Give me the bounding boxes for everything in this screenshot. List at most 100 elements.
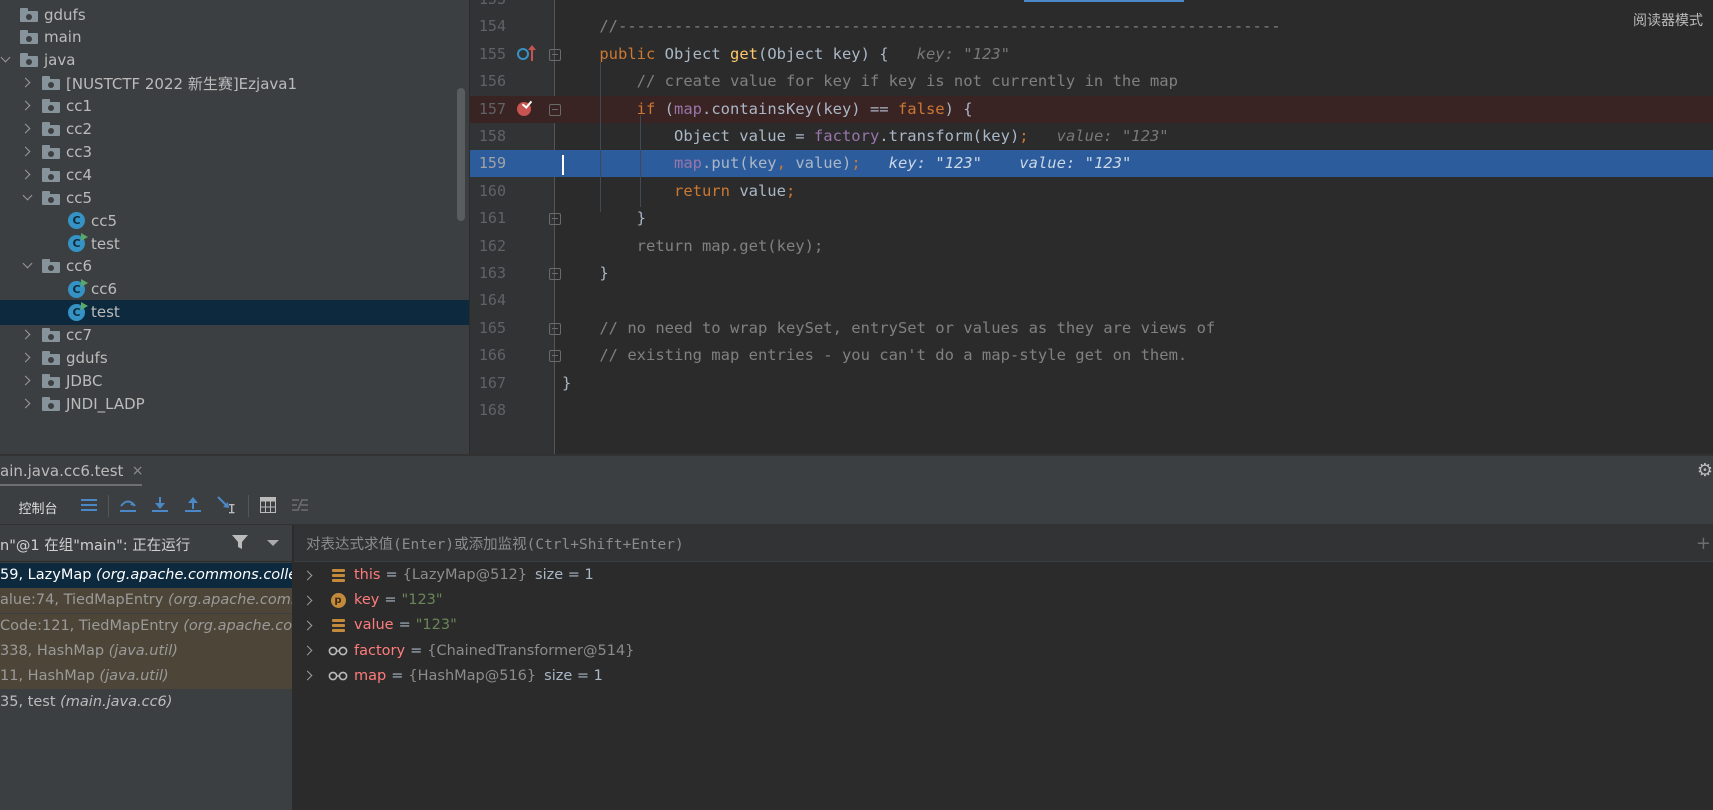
tree-item[interactable]: JDBC <box>0 368 469 393</box>
tree-item[interactable]: Ctest <box>0 231 469 256</box>
chevron-right-icon[interactable] <box>22 100 34 112</box>
variables-panel[interactable]: + this={LazyMap@512}size = 1pkey="123"va… <box>294 525 1713 810</box>
tree-item[interactable]: main <box>0 25 469 50</box>
code-line[interactable]: 165 // no need to wrap keySet, entrySet … <box>470 315 1713 342</box>
filter-icon[interactable] <box>232 534 248 554</box>
code-line[interactable]: 154 //----------------------------------… <box>470 13 1713 40</box>
chevron-right-icon[interactable] <box>22 146 34 158</box>
stack-frame[interactable]: 59, LazyMap (org.apache.commons.collecti… <box>0 563 292 588</box>
variable-row[interactable]: value = "123" <box>294 613 457 638</box>
thread-selector[interactable]: n"@1 在组"main": 正在运行 <box>0 525 292 562</box>
chevron-down-icon[interactable] <box>22 192 34 204</box>
chevron-right-icon[interactable] <box>304 620 314 632</box>
code-line[interactable]: 155 public Object get(Object key) { key:… <box>470 41 1713 68</box>
code-line[interactable]: 167} <box>470 370 1713 397</box>
close-icon[interactable]: × <box>132 456 144 486</box>
code-line[interactable]: 162 return map.get(key); <box>470 233 1713 260</box>
variable-row[interactable]: p key = "123" <box>294 588 443 613</box>
chevron-down-icon[interactable] <box>22 260 34 272</box>
code-line[interactable]: 163 } <box>470 260 1713 287</box>
chevron-right-icon[interactable] <box>304 595 314 607</box>
chevron-right-icon[interactable] <box>22 352 34 364</box>
chevron-right-icon[interactable] <box>22 398 34 410</box>
code-line[interactable]: 153 <box>470 0 1713 13</box>
fold-marker-icon[interactable] <box>549 268 561 280</box>
tree-item[interactable]: gdufs <box>0 2 469 27</box>
line-number: 160 <box>478 181 506 200</box>
line-number: 154 <box>478 17 506 36</box>
chevron-right-icon[interactable] <box>22 329 34 341</box>
code-line[interactable]: 158 Object value = factory.transform(key… <box>470 123 1713 150</box>
code-line[interactable]: 159 map.put(key, value); key: "123" valu… <box>470 150 1713 178</box>
tree-item[interactable]: Ccc6 <box>0 277 469 302</box>
console-tab[interactable]: 控制台 <box>8 496 68 518</box>
run-to-cursor-icon[interactable] <box>216 494 238 516</box>
variable-row[interactable]: factory = {ChainedTransformer@514} <box>294 639 634 664</box>
tree-item[interactable]: [NUSTCTF 2022 新生赛]Ezjava1 <box>0 71 469 96</box>
trace-streams-icon[interactable] <box>290 494 310 516</box>
code-line[interactable]: 156 // create value for key if key is no… <box>470 68 1713 95</box>
code-line[interactable]: 157 if (map.containsKey(key) == false) { <box>470 95 1713 123</box>
chevron-right-icon[interactable] <box>22 77 34 89</box>
frames-panel[interactable]: n"@1 在组"main": 正在运行 59, LazyMap (org.apa… <box>0 525 292 810</box>
fold-marker-icon[interactable] <box>549 103 561 116</box>
variable-row[interactable]: this = {LazyMap@512} size = 1 <box>294 563 594 588</box>
tree-item[interactable]: Ctest <box>0 299 469 325</box>
line-number: 155 <box>478 44 506 63</box>
overrides-arrow-icon[interactable] <box>528 45 536 61</box>
chevron-right-icon[interactable] <box>22 123 34 135</box>
tree-item[interactable]: cc1 <box>0 94 469 119</box>
add-watch-icon[interactable]: + <box>1696 533 1711 554</box>
step-into-icon[interactable] <box>150 494 170 516</box>
stack-frame[interactable]: 11, HashMap (java.util) <box>0 664 292 690</box>
tree-item[interactable]: gdufs <box>0 346 469 371</box>
code-editor[interactable]: 153154 //-------------------------------… <box>470 0 1713 454</box>
fold-marker-icon[interactable] <box>549 213 561 226</box>
fold-marker-icon[interactable] <box>549 350 561 363</box>
chevron-down-icon[interactable] <box>267 540 279 546</box>
code-line[interactable]: 166 // existing map entries - you can't … <box>470 342 1713 369</box>
show-execution-point-icon[interactable] <box>80 494 98 516</box>
fold-marker-icon[interactable] <box>549 48 561 61</box>
code-line[interactable]: 164 <box>470 287 1713 314</box>
chevron-right-icon[interactable] <box>22 169 34 181</box>
evaluate-expression-input[interactable] <box>304 534 1688 556</box>
reader-mode-button[interactable]: 阅读器模式 <box>1633 10 1703 30</box>
tree-item[interactable]: cc7 <box>0 323 469 348</box>
tree-item[interactable]: cc3 <box>0 139 469 164</box>
tree-item[interactable]: JNDI_LADP <box>0 391 469 416</box>
chevron-down-icon[interactable] <box>0 54 12 66</box>
project-tree[interactable]: gdufs main java [NUSTCTF 2022 新生赛]Ezjava1 cc… <box>0 0 469 454</box>
project-scrollbar[interactable] <box>457 88 465 221</box>
tree-item[interactable]: java <box>0 48 469 73</box>
code-line[interactable]: 168 <box>470 397 1713 424</box>
line-number: 167 <box>478 373 506 392</box>
variable-size: size = 1 <box>544 667 603 684</box>
breakpoint-icon[interactable] <box>517 102 531 116</box>
fold-marker-icon[interactable] <box>549 322 561 335</box>
tree-item[interactable]: cc2 <box>0 117 469 142</box>
gear-icon[interactable]: ⚙ <box>1697 460 1713 481</box>
chevron-right-icon[interactable] <box>304 570 314 582</box>
tree-item[interactable]: Ccc5 <box>0 208 469 233</box>
step-over-icon[interactable] <box>118 494 138 516</box>
chevron-right-icon[interactable] <box>304 645 314 657</box>
tree-item[interactable]: cc6 <box>0 254 469 279</box>
watch-glasses-icon <box>328 643 348 659</box>
code-line[interactable]: 160 return value; <box>470 178 1713 205</box>
variable-row[interactable]: map = {HashMap@516} size = 1 <box>294 664 603 689</box>
stack-frame[interactable]: Code:121, TiedMapEntry (org.apache.commo… <box>0 613 292 639</box>
chevron-right-icon[interactable] <box>22 375 34 387</box>
evaluate-expression-icon[interactable] <box>258 494 278 516</box>
step-out-icon[interactable] <box>183 494 203 516</box>
code-line[interactable]: 161 } <box>470 205 1713 232</box>
tree-item[interactable]: cc4 <box>0 162 469 187</box>
code-text: } <box>562 209 646 228</box>
chevron-right-icon[interactable] <box>304 670 314 682</box>
stack-frame[interactable]: 338, HashMap (java.util) <box>0 638 292 664</box>
debug-session-tab[interactable]: ain.java.cc6.test × <box>0 456 147 484</box>
code-text: Object value = factory.transform(key); v… <box>562 127 1169 145</box>
stack-frame[interactable]: alue:74, TiedMapEntry (org.apache.common… <box>0 588 292 614</box>
tree-item[interactable]: cc5 <box>0 185 469 210</box>
stack-frame[interactable]: 35, test (main.java.cc6) <box>0 690 292 715</box>
